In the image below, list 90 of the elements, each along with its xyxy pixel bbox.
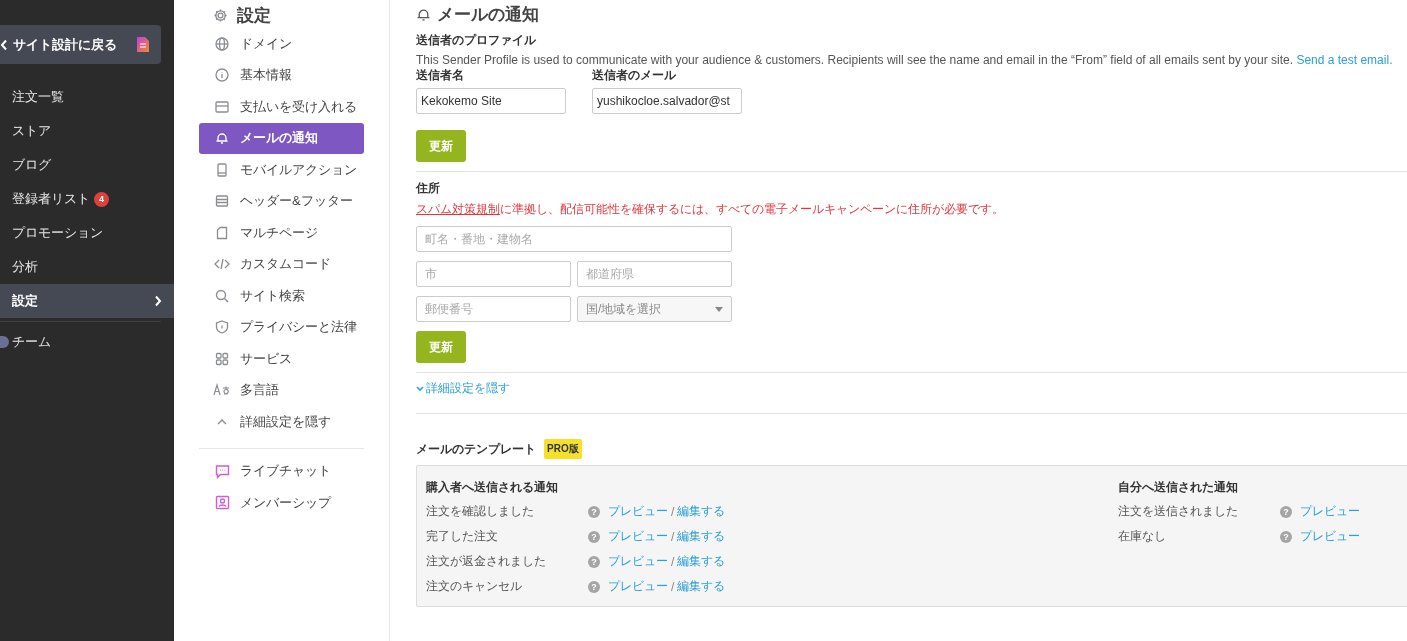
code-icon (214, 257, 230, 272)
sidebar-item[interactable]: ブログ (0, 148, 174, 182)
grid-icon (215, 351, 229, 366)
sidebar-item[interactable]: 注文一覧 (0, 80, 174, 114)
field-label: 送信者名 (416, 67, 465, 84)
input-field[interactable]: 都道府県 (577, 261, 732, 287)
help-icon: ? (588, 505, 600, 518)
settings-nav-item[interactable]: サービス (199, 343, 364, 375)
sidebar-item[interactable]: 分析 (0, 250, 174, 284)
input-field[interactable]: 郵便番号 (416, 296, 571, 322)
chevron-left-icon (0, 38, 8, 51)
sidebar-item-label: ストア (12, 122, 51, 140)
template-name: 注文が返金されました (426, 553, 547, 570)
document-icon (137, 37, 149, 52)
template-name: 注文を送信されました (1118, 503, 1239, 520)
settings-nav-item[interactable]: サイト検索 (199, 280, 364, 312)
member-card-icon (214, 495, 230, 511)
separator-text: / (671, 554, 675, 569)
bell-icon (215, 131, 229, 146)
shield-icon (215, 320, 229, 335)
avatar-icon (0, 336, 9, 348)
language-icon (213, 383, 231, 398)
settings-nav-item[interactable]: 基本情報 (199, 59, 364, 91)
country-dropdown[interactable]: 国/地域を選択 (577, 296, 732, 322)
template-name: 在庫なし (1118, 528, 1167, 545)
separator-text: / (671, 529, 675, 544)
sidebar-item[interactable]: ストア (0, 114, 174, 148)
sidebar-item-label: チーム (12, 333, 51, 351)
template-name: 完了した注文 (426, 528, 499, 545)
layout-icon (215, 194, 229, 209)
back-to-site-button[interactable]: サイト設計に戻る (0, 25, 161, 64)
input-field[interactable]: 市 (416, 261, 571, 287)
settings-nav-item[interactable]: 多言語 (199, 374, 364, 406)
sidebar-item[interactable]: チーム (0, 325, 174, 359)
settings-nav-item[interactable]: 詳細設定を隠す (199, 406, 364, 438)
template-name: 注文のキャンセル (426, 578, 523, 595)
phone-icon (215, 162, 229, 177)
input-field[interactable]: 町名・番地・建物名 (416, 226, 732, 252)
count-badge: 4 (94, 191, 109, 207)
sidebar-item[interactable]: 登録者リスト 4 (0, 182, 174, 216)
section-heading: メールのテンプレート (416, 440, 536, 458)
notice-text: スパム対策規制に準拠し、配信可能性を確保するには、すべての電子メールキャンペーンに住所が必要です。 (416, 201, 1005, 218)
field-label: 送信者のメール (592, 67, 677, 84)
template-name: 注文を確認しました (426, 503, 535, 520)
section-heading: 住所 (416, 180, 441, 197)
sidebar-item[interactable]: 設定 (0, 284, 174, 318)
sidebar-item-label: ブログ (12, 156, 51, 174)
help-icon: ? (1280, 505, 1292, 518)
page-title: メールの通知 (437, 3, 539, 26)
settings-icon (213, 7, 228, 23)
settings-nav-item[interactable]: メンバーシップ (199, 487, 364, 519)
chevron-right-icon (154, 295, 162, 307)
settings-nav-item[interactable]: ヘッダー&フッター (199, 185, 364, 217)
chevron-down-icon (416, 385, 424, 392)
globe-icon (215, 36, 229, 51)
settings-nav-item[interactable]: ライブチャット (199, 455, 364, 487)
pages-icon (215, 225, 229, 240)
settings-title: 設定 (237, 4, 271, 27)
settings-nav-item[interactable]: プライバシーと法律 (199, 311, 364, 343)
group-heading: 購入者へ送信される通知 (426, 479, 559, 496)
settings-nav-item[interactable]: カスタムコード (199, 248, 364, 280)
caret-icon (715, 306, 723, 312)
search-icon (215, 288, 229, 303)
help-icon: ? (1280, 530, 1292, 543)
input-field[interactable]: yushikocloe.salvador@st (592, 88, 742, 114)
sidebar-item-label: 分析 (12, 258, 38, 276)
pro-badge: PRO版 (544, 439, 582, 459)
help-icon: ? (588, 530, 600, 543)
settings-nav-item[interactable]: メールの通知 (199, 122, 364, 154)
sidebar-item-label: プロモーション (12, 224, 103, 242)
settings-nav-item[interactable]: マルチページ (199, 217, 364, 249)
section-heading: 送信者のプロファイル (416, 32, 537, 49)
separator-text: / (671, 504, 675, 519)
sidebar-item-label: 設定 (12, 292, 38, 310)
sidebar-item[interactable]: プロモーション (0, 216, 174, 250)
info-icon (215, 68, 229, 83)
group-heading: 自分へ送信された通知 (1118, 479, 1239, 496)
sidebar-item-label: 登録者リスト (12, 190, 90, 208)
help-icon: ? (588, 555, 600, 568)
settings-nav-item[interactable]: 支払いを受け入れる (199, 91, 364, 123)
chat-icon (214, 463, 230, 479)
settings-nav-item[interactable]: ドメイン (199, 28, 364, 60)
description-text: This Sender Profile is used to communicate with your audience & customers. Recipients will see the name and email in the “From” field of all emails sent by your site. Send a test email. (416, 53, 1394, 67)
regulation-link[interactable]: スパム対策規制 (416, 202, 500, 216)
help-icon: ? (588, 580, 600, 593)
sidebar-item-label: 注文一覧 (12, 88, 64, 106)
settings-nav-item[interactable]: モバイルアクション (199, 154, 364, 186)
separator-text: / (671, 579, 675, 594)
input-field[interactable]: Kekokemo Site (416, 88, 566, 114)
card-icon (215, 99, 229, 114)
